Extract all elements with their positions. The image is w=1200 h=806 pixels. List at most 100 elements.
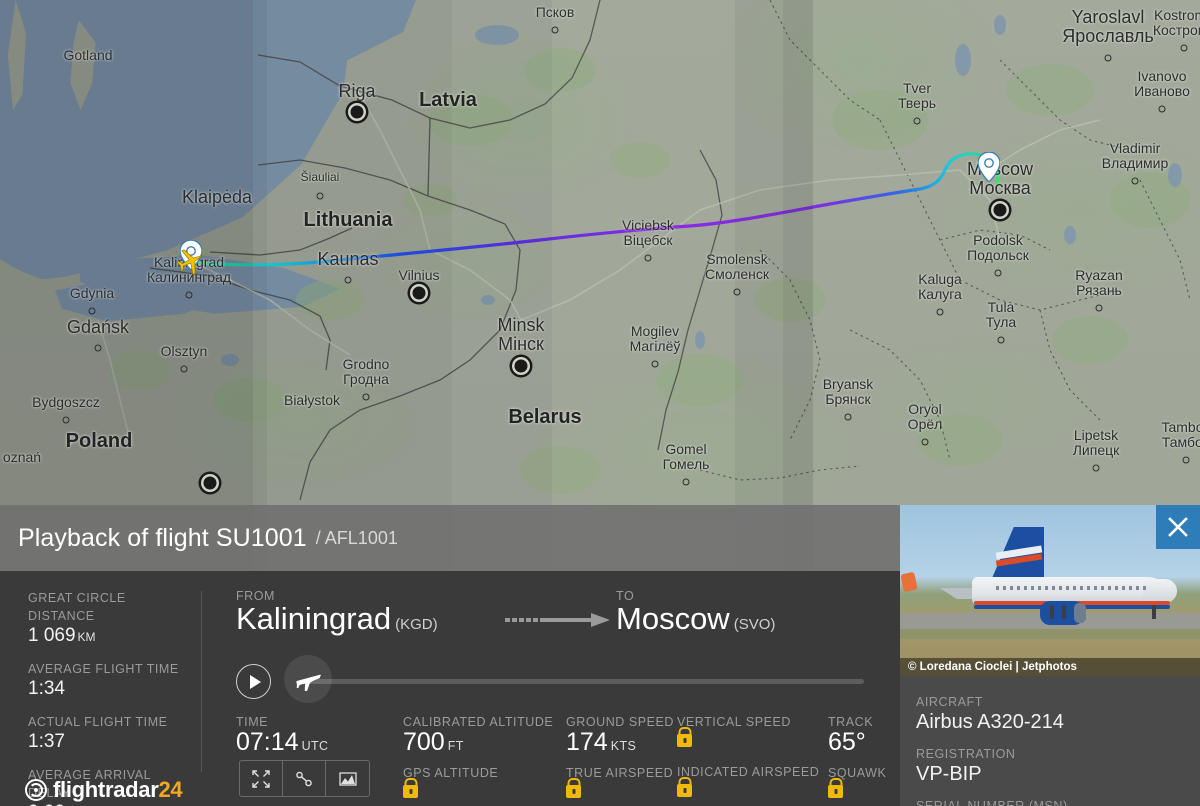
track-value: 65° <box>828 728 866 756</box>
close-icon <box>1168 517 1188 537</box>
airplane-icon <box>296 674 321 691</box>
route-line-button[interactable] <box>283 761 326 796</box>
map-city-label: Gotland <box>63 47 113 63</box>
map-city-label: Yaroslavl Ярославль <box>1062 7 1154 47</box>
map-city-label: Oryol Орёл <box>907 401 943 433</box>
map-city-label: oznań <box>2 449 42 465</box>
map-city-marker <box>344 276 352 284</box>
time-label: TIME <box>236 715 269 729</box>
aircraft-type-row: AIRCRAFT Airbus A320-214 <box>916 693 1200 734</box>
logo-name: flightradar <box>53 777 159 802</box>
map-city-label: Bydgoszcz <box>32 394 100 410</box>
stat-label: GREAT CIRCLE DISTANCE <box>28 591 126 623</box>
stat-label: AVERAGE FLIGHT TIME <box>28 662 179 676</box>
map-city-marker <box>62 416 70 424</box>
time-value: 07:14 <box>236 728 299 756</box>
map-city-marker <box>733 288 741 296</box>
msn-label: SERIAL NUMBER (MSN) <box>916 799 1068 806</box>
map-city-label: Olsztyn <box>160 343 208 359</box>
route-destination: TO Moscow (SVO) <box>616 589 775 634</box>
ground-speed-unit: KTS <box>610 739 637 753</box>
map-city-marker <box>921 438 929 446</box>
map-city-label: Vilnius <box>398 267 440 283</box>
map-city-marker <box>997 336 1005 344</box>
playback-slider-handle[interactable] <box>284 655 332 703</box>
map-city-marker <box>1158 105 1166 113</box>
play-button[interactable] <box>236 664 271 699</box>
map-country-label: Belarus <box>508 406 582 428</box>
destination-city-name: Moscow <box>616 601 730 636</box>
map-city-label: Białystok <box>283 392 341 408</box>
aircraft-label: AIRCRAFT <box>916 695 983 709</box>
flightradar24-logo[interactable]: flightradar24 <box>25 777 183 803</box>
registration-label: REGISTRATION <box>916 747 1016 761</box>
map-city-label: Gomel Гомель <box>662 441 710 473</box>
ground-speed-value: 174 <box>566 728 608 756</box>
fit-to-screen-button[interactable] <box>240 761 283 796</box>
aircraft-photo: © Loredana Cioclei | Jetphotos <box>900 505 1200 676</box>
altitude-graph-icon <box>338 771 357 786</box>
lock-icon-indicated-airspeed[interactable] <box>677 784 692 797</box>
map-city-label: Grodno Гродна <box>342 356 390 388</box>
aircraft-info-panel: © Loredana Cioclei | Jetphotos AIRCRAFT … <box>900 505 1200 806</box>
map-city-label: Kaluga Калуга <box>918 271 962 303</box>
playback-controls[interactable] <box>236 655 864 705</box>
main-landing-gear-2 <box>1062 605 1066 619</box>
map-city-marker <box>551 26 559 34</box>
route-origin: FROM Kaliningrad (KGD) <box>236 589 616 634</box>
map-city-marker <box>514 359 528 373</box>
map-city-marker <box>316 192 324 200</box>
calibrated-altitude-value: 700 <box>403 728 445 756</box>
close-button[interactable] <box>1156 505 1200 549</box>
map-city-label: Gdynia <box>69 285 115 301</box>
map-country-label: Lithuania <box>303 209 393 231</box>
flightradar24-playback-screen: Gotland Riga Псков Šiauliai Klaipėda Tver Твер… <box>0 0 1200 806</box>
destination-city: Moscow (SVO) <box>616 603 775 634</box>
map-city-marker <box>362 393 370 401</box>
map-country-label: Latvia <box>419 89 477 111</box>
map-city-label: Lipetsk Липецк <box>1072 427 1120 459</box>
playback-header-bar: Playback of flight SU1001 / AFL1001 <box>0 505 900 571</box>
stat-unit: KM <box>77 630 96 644</box>
lock-icon-squawk[interactable] <box>828 784 843 798</box>
aircraft-nose <box>1143 579 1177 603</box>
map-city-marker <box>913 117 921 125</box>
altitude-graph-button[interactable] <box>326 761 369 796</box>
calibrated-altitude-unit: FT <box>447 739 464 753</box>
map-city-marker <box>1104 54 1112 62</box>
map-city-label: Smolensk Смоленск <box>704 251 770 283</box>
registration-row: REGISTRATION VP-BIP <box>916 745 1200 786</box>
map-city-marker <box>651 360 659 368</box>
callsign-label: / AFL1001 <box>315 527 398 548</box>
main-landing-gear <box>1050 605 1054 619</box>
lock-icon-vertical-speed[interactable] <box>677 734 692 747</box>
map-city-marker <box>88 307 96 315</box>
map-city-marker <box>994 269 1002 277</box>
map-city-label: Viciebsk Віцебск <box>622 217 674 249</box>
map-city-marker <box>180 365 188 373</box>
map-city-label: Bryansk Брянск <box>822 376 874 408</box>
fit-to-screen-icon <box>252 769 270 788</box>
map-city-label: Šiauliai <box>300 170 340 184</box>
destination-map-pin[interactable] <box>978 152 1000 182</box>
map-city-marker <box>350 105 364 119</box>
flight-detail-panel: GREAT CIRCLE DISTANCE 1 069 KM AVERAGE FL… <box>0 571 900 806</box>
map-city-label: Tula Тула <box>985 299 1017 331</box>
stat-value: 1 069 <box>28 625 76 646</box>
map-tools-button-group[interactable] <box>239 760 370 797</box>
play-triangle-icon <box>249 674 261 689</box>
map-city-label: Ryazan Рязань <box>1075 267 1123 299</box>
playback-slider-track[interactable] <box>308 679 864 684</box>
lock-icon-gps-altitude[interactable] <box>403 784 418 798</box>
stat-value: 1:37 <box>28 731 65 752</box>
time-value-row: 07:14 UTC <box>236 728 386 757</box>
aircraft-value: Airbus A320-214 <box>916 711 1064 733</box>
time-unit: UTC <box>301 739 329 753</box>
map-city-label: Moscow Москва <box>966 159 1034 199</box>
lock-icon-true-airspeed[interactable] <box>566 784 581 798</box>
aircraft-winglet <box>900 571 918 593</box>
stat-label: ACTUAL FLIGHT TIME <box>28 715 168 729</box>
grass-strip <box>900 629 1200 639</box>
stat-average-flight-time: AVERAGE FLIGHT TIME 1:34 <box>28 660 193 700</box>
calibrated-altitude-label: CALIBRATED ALTITUDE <box>403 715 554 729</box>
